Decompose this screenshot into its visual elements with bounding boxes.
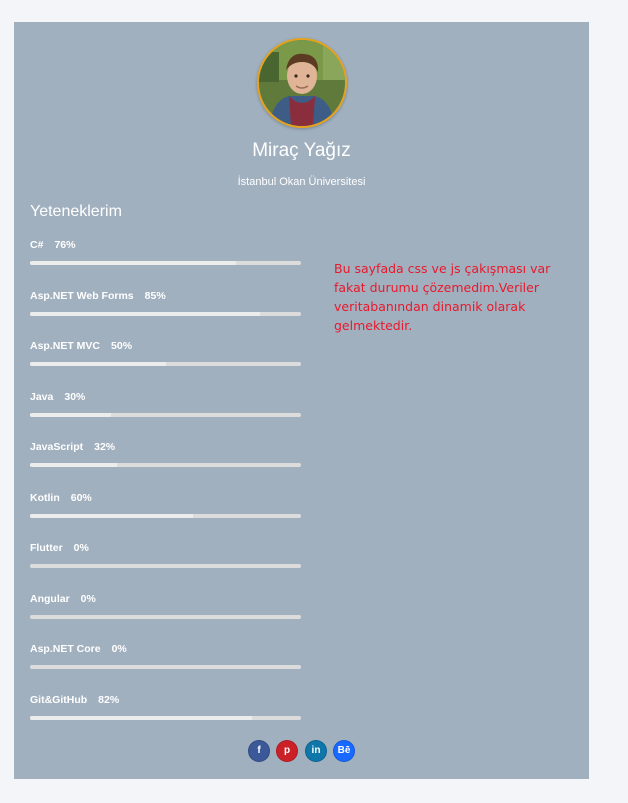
pinterest-icon[interactable]: p (276, 740, 298, 762)
skill-progress-bar (30, 514, 301, 518)
skill-progress-bar (30, 564, 301, 568)
skills-title: Yeteneklerim (30, 203, 122, 220)
linkedin-icon[interactable]: in (305, 740, 327, 762)
skill-name: Flutter (30, 542, 63, 554)
skill-progress-fill (30, 463, 117, 467)
skill-percent: 50% (111, 340, 133, 352)
skill-name: Asp.NET MVC (30, 340, 101, 352)
skill-item: Kotlin 60% (30, 492, 301, 522)
skill-label: Asp.NET Core 0% (30, 643, 127, 655)
skill-progress-fill (30, 514, 193, 518)
skill-percent: 76% (54, 239, 76, 251)
skill-name: Git&GitHub (30, 694, 88, 706)
avatar-photo (259, 40, 345, 126)
skill-progress-bar (30, 362, 301, 366)
skill-item: Java 30% (30, 391, 301, 421)
skill-progress-fill (30, 716, 253, 720)
notice-text: Bu sayfada css ve js çakışması var fakat… (334, 261, 551, 333)
skill-name: C# (30, 239, 44, 251)
skill-progress-fill (30, 413, 112, 417)
avatar (257, 38, 347, 128)
skill-progress-bar (30, 261, 301, 265)
skill-name: JavaScript (30, 441, 84, 453)
skill-progress-bar (30, 615, 301, 619)
skill-percent: 0% (111, 643, 127, 655)
skill-name: Asp.NET Web Forms (30, 290, 134, 302)
skill-percent: 60% (70, 492, 92, 504)
skill-progress-bar (30, 413, 301, 417)
skill-percent: 0% (80, 593, 96, 605)
skill-label: Flutter 0% (30, 542, 89, 554)
skill-progress-bar (30, 716, 301, 720)
skill-item: Asp.NET Web Forms 85% (30, 290, 301, 320)
skill-item: Angular 0% (30, 593, 301, 623)
skill-percent: 32% (94, 441, 116, 453)
profile-name: Miraç Yağız (252, 140, 351, 161)
skill-percent: 82% (98, 694, 120, 706)
skill-label: JavaScript 32% (30, 441, 115, 453)
skill-label: Asp.NET MVC 50% (30, 340, 132, 352)
skill-name: Kotlin (30, 492, 60, 504)
skill-item: Asp.NET MVC 50% (30, 340, 301, 370)
skill-label: Angular 0% (30, 593, 96, 605)
skill-progress-bar (30, 665, 301, 669)
skill-progress-bar (30, 463, 301, 467)
skill-label: Kotlin 60% (30, 492, 92, 504)
skill-progress-fill (30, 261, 236, 265)
skill-item: Git&GitHub 82% (30, 694, 301, 724)
skill-name: Angular (30, 593, 70, 605)
skill-progress-fill (30, 312, 261, 316)
skill-percent: 85% (144, 290, 166, 302)
skill-percent: 0% (73, 542, 89, 554)
profile-school: İstanbul Okan Üniversitesi (237, 176, 366, 188)
skill-label: Asp.NET Web Forms 85% (30, 290, 166, 302)
skill-item: Asp.NET Core 0% (30, 643, 301, 673)
profile-card: Miraç Yağız İstanbul Okan Üniversitesi Y… (14, 22, 589, 779)
skill-progress-fill (30, 362, 166, 366)
skill-progress-bar (30, 312, 301, 316)
skill-label: Java 30% (30, 391, 85, 403)
skill-percent: 30% (64, 391, 86, 403)
skill-label: C# 76% (30, 239, 75, 251)
skill-name: Asp.NET Core (30, 643, 101, 655)
skill-name: Java (30, 391, 54, 403)
skill-item: Flutter 0% (30, 542, 301, 572)
skill-label: Git&GitHub 82% (30, 694, 119, 706)
facebook-icon[interactable]: f (248, 740, 270, 762)
behance-icon[interactable]: Bē (333, 740, 355, 762)
skill-item: C# 76% (30, 239, 301, 269)
skill-item: JavaScript 32% (30, 441, 301, 471)
